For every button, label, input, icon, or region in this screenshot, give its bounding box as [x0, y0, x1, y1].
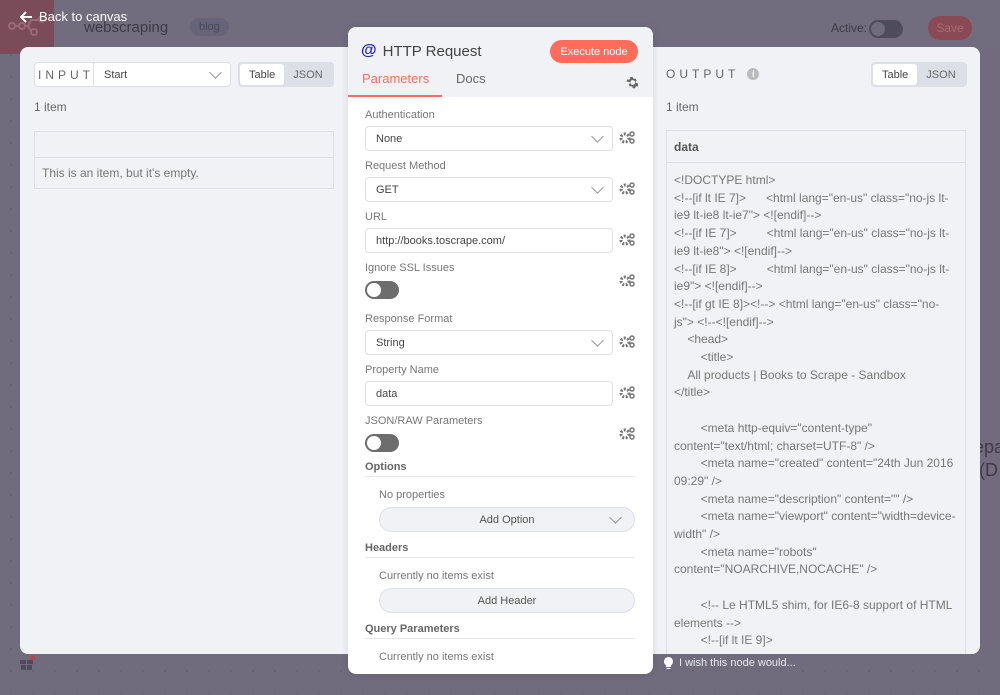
response-format-select[interactable]: String — [365, 330, 613, 355]
gift-icon[interactable] — [19, 655, 36, 671]
headers-empty-text: Currently no items exist — [365, 558, 637, 588]
add-option-button[interactable]: Add Option — [379, 507, 635, 532]
lightbulb-icon — [664, 657, 673, 669]
workflow-tag[interactable]: blog — [190, 18, 229, 36]
output-column-header: data — [667, 131, 965, 163]
authentication-label: Authentication — [365, 109, 637, 124]
output-item-count: 1 item — [666, 100, 699, 114]
output-panel: OUTPUT i Table JSON 1 item data <!DOCTYP… — [640, 47, 980, 654]
save-button[interactable]: Save — [928, 16, 972, 40]
chevron-down-icon — [609, 511, 622, 524]
output-table: data <!DOCTYPE html> <!--[if lt IE 7]> <… — [666, 130, 966, 654]
options-section-title: Options — [365, 461, 635, 477]
options-gears-icon[interactable] — [619, 273, 635, 287]
field-json-raw: JSON/RAW Parameters — [365, 415, 637, 452]
options-gears-icon[interactable] — [619, 426, 635, 440]
output-label: OUTPUT — [666, 67, 739, 81]
request-method-select[interactable]: GET — [365, 177, 613, 202]
add-header-button[interactable]: Add Header — [379, 588, 635, 613]
ignore-ssl-toggle[interactable] — [365, 281, 399, 299]
gear-icon[interactable] — [625, 76, 638, 89]
chevron-down-icon — [591, 334, 604, 347]
input-node-value: Start — [104, 69, 127, 81]
options-gears-icon[interactable] — [619, 130, 635, 144]
input-label: INPUT — [35, 63, 94, 86]
input-table-header — [35, 132, 333, 158]
info-icon[interactable]: i — [747, 68, 759, 80]
field-authentication: Authentication None — [365, 109, 637, 151]
node-title: @ HTTP Request — [361, 42, 482, 60]
options-gears-icon[interactable] — [619, 181, 635, 195]
input-node-select[interactable]: Start — [94, 63, 230, 86]
field-url: URL http://books.toscrape.com/ — [365, 211, 637, 253]
active-label: Active: — [831, 21, 867, 35]
field-response-format: Response Format String — [365, 313, 637, 355]
query-empty-text: Currently no items exist — [365, 639, 637, 669]
input-node-selector: INPUT Start — [34, 62, 231, 87]
output-view-table[interactable]: Table — [873, 64, 917, 85]
at-icon: @ — [361, 42, 377, 60]
headers-section-title: Headers — [365, 542, 635, 558]
tab-parameters[interactable]: Parameters — [348, 71, 442, 97]
options-gears-icon[interactable] — [619, 385, 635, 399]
back-to-canvas-link[interactable]: Back to canvas — [20, 9, 127, 24]
arrow-left-icon — [20, 11, 33, 23]
response-format-value: String — [376, 337, 405, 349]
output-view-json[interactable]: JSON — [917, 64, 964, 85]
feedback-link[interactable]: I wish this node would... — [664, 657, 796, 669]
feedback-label: I wish this node would... — [679, 657, 796, 669]
output-cell-value: <!DOCTYPE html> <!--[if lt IE 7]> <html … — [667, 163, 965, 654]
property-name-input[interactable]: data — [365, 381, 613, 406]
field-ignore-ssl: Ignore SSL Issues — [365, 262, 637, 299]
input-table: This is an item, but it's empty. — [34, 131, 334, 189]
json-raw-label: JSON/RAW Parameters — [365, 415, 637, 430]
input-view-toggle: Table JSON — [238, 62, 334, 87]
property-name-label: Property Name — [365, 364, 637, 379]
node-title-text[interactable]: HTTP Request — [383, 43, 482, 60]
property-name-value: data — [376, 388, 397, 400]
add-header-label: Add Header — [478, 595, 537, 607]
field-property-name: Property Name data — [365, 364, 637, 406]
json-raw-toggle[interactable] — [365, 434, 399, 452]
back-to-canvas-label: Back to canvas — [39, 9, 127, 24]
input-item-count: 1 item — [34, 100, 67, 114]
node-parameters-panel: @ HTTP Request Execute node Parameters D… — [348, 27, 653, 674]
options-gears-icon[interactable] — [619, 334, 635, 348]
input-view-table[interactable]: Table — [240, 64, 284, 85]
input-empty-item: This is an item, but it's empty. — [35, 158, 333, 188]
request-method-label: Request Method — [365, 160, 637, 175]
options-gears-icon[interactable] — [619, 232, 635, 246]
output-view-toggle: Table JSON — [871, 62, 967, 87]
url-value: http://books.toscrape.com/ — [376, 235, 505, 247]
authentication-select[interactable]: None — [365, 126, 613, 151]
chevron-down-icon — [591, 181, 604, 194]
output-header: OUTPUT i — [666, 67, 759, 81]
query-parameters-section-title: Query Parameters — [365, 623, 635, 639]
response-format-label: Response Format — [365, 313, 637, 328]
add-option-label: Add Option — [479, 514, 534, 526]
chevron-down-icon — [591, 130, 604, 143]
url-label: URL — [365, 211, 637, 226]
node-header: @ HTTP Request Execute node Parameters D… — [348, 27, 653, 97]
field-request-method: Request Method GET — [365, 160, 637, 202]
chevron-down-icon — [209, 66, 222, 79]
input-panel: INPUT Start Table JSON 1 item This is an… — [20, 47, 360, 654]
node-tabs: Parameters Docs — [348, 71, 500, 97]
tab-docs[interactable]: Docs — [442, 71, 500, 97]
options-empty-text: No properties — [365, 477, 637, 507]
execute-node-button[interactable]: Execute node — [550, 40, 638, 63]
request-method-value: GET — [376, 184, 399, 196]
input-view-json[interactable]: JSON — [284, 64, 331, 85]
url-input[interactable]: http://books.toscrape.com/ — [365, 228, 613, 253]
parameters-list: Authentication None Request Method GET U… — [365, 109, 637, 669]
ignore-ssl-label: Ignore SSL Issues — [365, 262, 637, 277]
active-toggle[interactable] — [869, 20, 903, 38]
authentication-value: None — [376, 133, 402, 145]
